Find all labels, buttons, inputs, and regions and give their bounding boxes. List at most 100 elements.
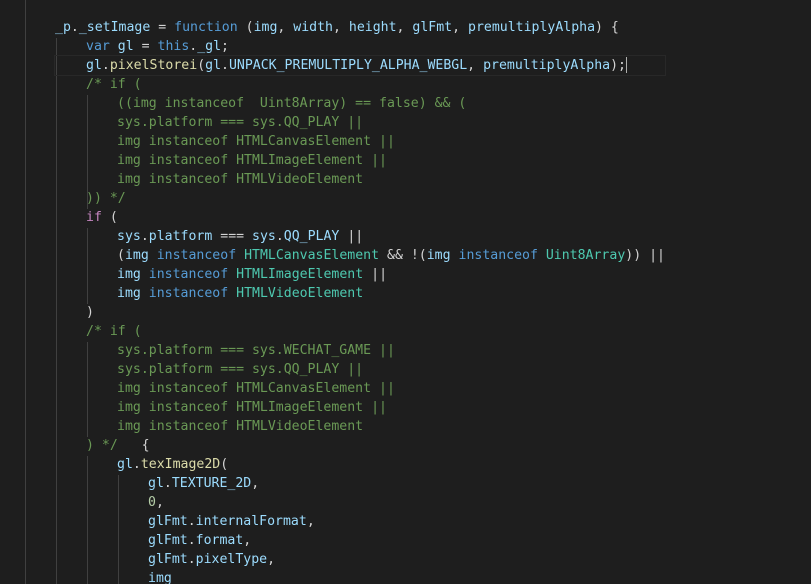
code-token: gl: [117, 457, 133, 472]
code-token: sys.platform === sys.QQ_PLAY ||: [117, 115, 364, 130]
code-line[interactable]: sys.platform === sys.QQ_PLAY ||: [55, 227, 665, 246]
code-line[interactable]: gl.pixelStorei(gl.UNPACK_PREMULTIPLY_ALP…: [54, 55, 666, 76]
code-line[interactable]: gl.TEXTURE_2D,: [55, 474, 665, 493]
code-token: img: [117, 286, 141, 301]
code-token: .: [70, 20, 79, 35]
code-token: ,: [332, 20, 349, 35]
text-cursor: [626, 57, 627, 73]
code-line[interactable]: img instanceof HTMLVideoElement: [55, 170, 665, 189]
code-token: ): [86, 305, 94, 320]
code-token: ||: [339, 229, 364, 244]
code-line[interactable]: ): [55, 303, 665, 322]
code-token: height: [348, 20, 397, 35]
code-token: glFmt: [148, 552, 188, 567]
code-line[interactable]: img instanceof HTMLCanvasElement ||: [55, 132, 665, 151]
code-line[interactable]: img: [55, 569, 665, 584]
code-token: width: [293, 20, 333, 35]
code-token: instanceof: [148, 286, 229, 301]
code-line[interactable]: gl.texImage2D(: [55, 455, 665, 474]
code-token: ,: [306, 514, 315, 529]
code-editor[interactable]: _p._setImage = function (img, width, hei…: [0, 0, 811, 584]
code-token: glFmt: [148, 514, 188, 529]
code-line[interactable]: _p._setImage = function (img, width, hei…: [55, 18, 665, 37]
code-token: _setImage: [78, 20, 151, 35]
code-token: img instanceof HTMLVideoElement: [117, 419, 364, 434]
code-line[interactable]: glFmt.internalFormat,: [55, 512, 665, 531]
code-line[interactable]: img instanceof HTMLVideoElement: [55, 417, 665, 436]
code-token: img: [253, 20, 278, 35]
code-line[interactable]: img instanceof HTMLVideoElement: [55, 284, 665, 303]
code-token: ,: [251, 476, 260, 491]
code-line[interactable]: ) */ {: [55, 436, 665, 455]
code-token: premultiplyAlpha: [483, 58, 611, 73]
code-token: ,: [267, 552, 276, 567]
code-token: ;: [221, 39, 229, 54]
code-token: .: [187, 533, 196, 548]
code-token: function: [174, 20, 238, 35]
code-line[interactable]: sys.platform === sys.WECHAT_GAME ||: [55, 341, 665, 360]
code-line[interactable]: img instanceof HTMLCanvasElement ||: [55, 379, 665, 398]
code-line[interactable]: glFmt.pixelType,: [55, 550, 665, 569]
code-line[interactable]: img instanceof HTMLImageElement ||: [55, 265, 665, 284]
code-token: instanceof: [148, 267, 229, 282]
code-lines[interactable]: _p._setImage = function (img, width, hei…: [54, 18, 666, 584]
code-token: glFmt: [412, 20, 453, 35]
code-line[interactable]: /* if (: [55, 322, 665, 341]
code-line[interactable]: img instanceof HTMLImageElement ||: [55, 151, 665, 170]
code-token: 0: [148, 495, 156, 510]
code-line[interactable]: ((img instanceof Uint8Array) == false) &…: [55, 94, 665, 113]
code-line[interactable]: glFmt.format,: [55, 531, 665, 550]
code-token: pixelType: [195, 552, 268, 567]
code-token: ,: [452, 20, 468, 35]
code-token: .: [132, 457, 141, 472]
code-line[interactable]: sys.platform === sys.QQ_PLAY ||: [55, 360, 665, 379]
code-token: ,: [243, 533, 252, 548]
code-line[interactable]: img instanceof HTMLImageElement ||: [55, 398, 665, 417]
code-token: gl: [86, 58, 102, 73]
code-token: /* if (: [86, 77, 142, 92]
code-token: platform: [148, 229, 213, 244]
code-line[interactable]: if (: [55, 208, 665, 227]
code-token: texImage2D: [140, 457, 221, 472]
code-line[interactable]: (img instanceof HTMLCanvasElement && !(i…: [55, 246, 665, 265]
code-token: UNPACK_PREMULTIPLY_ALPHA_WEBGL: [228, 58, 468, 73]
code-token: ,: [155, 495, 164, 510]
code-token: Uint8Array: [545, 248, 626, 263]
code-token: .: [187, 514, 196, 529]
code-token: gl: [148, 476, 164, 491]
code-token: sys.platform === sys.QQ_PLAY ||: [117, 362, 364, 377]
code-line[interactable]: /* if (: [55, 75, 665, 94]
code-token: ) */: [86, 438, 118, 453]
code-token: gl: [205, 58, 222, 73]
code-token: HTMLVideoElement: [236, 286, 364, 301]
code-line[interactable]: sys.platform === sys.QQ_PLAY ||: [55, 113, 665, 132]
code-token: HTMLCanvasElement: [244, 248, 380, 263]
code-token: var: [86, 39, 110, 54]
code-token: {: [117, 438, 150, 453]
code-token: pixelStorei: [109, 58, 198, 73]
code-token: (: [220, 457, 229, 472]
code-line[interactable]: )) */: [55, 189, 665, 208]
code-token: HTMLImageElement: [236, 267, 364, 282]
code-token: .: [221, 58, 229, 73]
code-line[interactable]: var gl = this._gl;: [55, 37, 665, 56]
code-token: ((img instanceof Uint8Array) == false) &…: [117, 96, 467, 111]
code-line[interactable]: 0,: [55, 493, 665, 512]
indent-guide: [25, 0, 26, 584]
code-token: img instanceof HTMLImageElement ||: [117, 153, 387, 168]
code-token: )) ||: [625, 248, 665, 263]
code-token: && !(: [379, 248, 427, 263]
code-token: QQ_PLAY: [283, 229, 340, 244]
code-token: gl: [117, 39, 134, 54]
code-token: .: [163, 476, 172, 491]
code-token: if: [86, 210, 102, 225]
code-token: /* if (: [86, 324, 142, 339]
code-token: img instanceof HTMLImageElement ||: [117, 400, 387, 415]
code-token: =: [150, 20, 175, 35]
code-token: img instanceof HTMLCanvasElement ||: [117, 381, 395, 396]
